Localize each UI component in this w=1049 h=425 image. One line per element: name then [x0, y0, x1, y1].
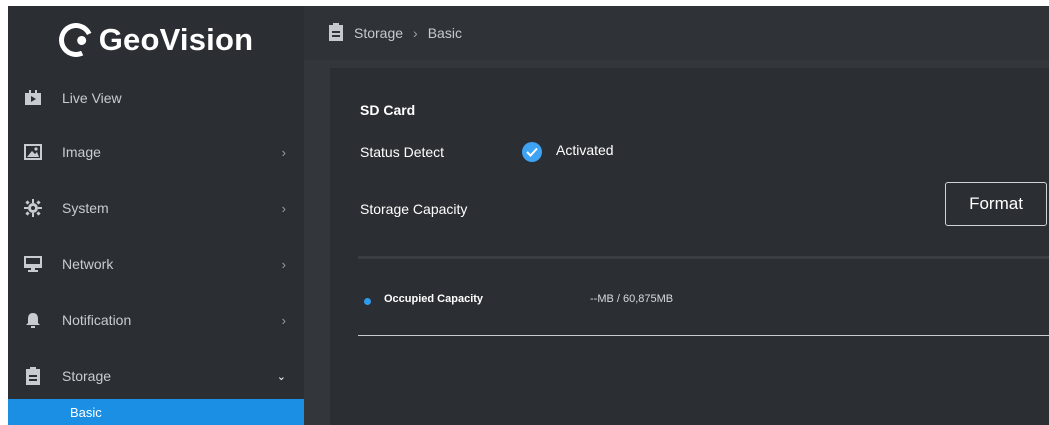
monitor-icon	[24, 255, 42, 273]
sidebar-item-label: Image	[62, 144, 101, 160]
status-detect-label: Status Detect	[360, 144, 445, 160]
chevron-right-icon: ›	[281, 144, 286, 160]
storage-capacity-label: Storage Capacity	[360, 201, 468, 217]
logo-text: GeoVision	[98, 22, 254, 57]
occupied-capacity-value: --MB / 60,875MB	[590, 293, 674, 305]
sidebar-item-label: Live View	[62, 90, 122, 106]
sidebar-item-notification[interactable]: Notification ›	[8, 292, 304, 348]
section-title: SD Card	[360, 102, 416, 118]
bell-icon	[24, 311, 42, 329]
breadcrumb-section[interactable]: Storage	[354, 25, 403, 41]
sidebar: GeoVision Live View Image › System › Net…	[8, 6, 304, 425]
status-value: Activated	[556, 142, 614, 158]
sidebar-subitem-label: Basic	[70, 404, 102, 420]
breadcrumb: Storage › Basic	[304, 6, 1049, 60]
chevron-down-icon: ⌄	[276, 370, 286, 383]
main-content: Storage › Basic SD Card Status Detect Ac…	[304, 6, 1049, 425]
sidebar-item-live-view[interactable]: Live View	[8, 72, 304, 124]
image-icon	[24, 143, 42, 161]
app-window: GeoVision Live View Image › System › Net…	[8, 6, 1049, 425]
sidebar-item-label: System	[62, 200, 109, 216]
video-icon	[24, 89, 42, 107]
clipboard-icon	[328, 22, 344, 44]
clipboard-icon	[24, 367, 42, 385]
sd-card-panel: SD Card Status Detect Activated Storage …	[330, 68, 1049, 425]
sidebar-item-network[interactable]: Network ›	[8, 236, 304, 292]
legend-dot-icon	[364, 298, 371, 305]
occupied-capacity-row: Occupied Capacity --MB / 60,875MB	[358, 290, 1049, 322]
sidebar-item-label: Notification	[62, 312, 132, 328]
brand-logo: GeoVision	[8, 6, 304, 74]
check-circle-icon	[522, 142, 542, 162]
sidebar-item-label: Network	[62, 256, 114, 272]
sidebar-item-label: Storage	[62, 368, 112, 384]
breadcrumb-separator: ›	[413, 25, 418, 41]
sidebar-subitem-basic[interactable]: Basic	[8, 399, 304, 425]
breadcrumb-page: Basic	[427, 25, 462, 41]
format-button[interactable]: Format	[945, 182, 1047, 226]
gear-icon	[24, 199, 42, 217]
sidebar-item-image[interactable]: Image ›	[8, 124, 304, 180]
chevron-right-icon: ›	[281, 312, 286, 328]
divider	[358, 335, 1049, 336]
sidebar-item-storage[interactable]: Storage ⌄	[8, 348, 304, 404]
chevron-right-icon: ›	[281, 200, 286, 216]
chevron-right-icon: ›	[281, 256, 286, 272]
logo-mark-icon	[53, 18, 98, 62]
capacity-bar	[358, 256, 1049, 259]
occupied-capacity-label: Occupied Capacity	[384, 293, 484, 305]
sidebar-item-system[interactable]: System ›	[8, 180, 304, 236]
